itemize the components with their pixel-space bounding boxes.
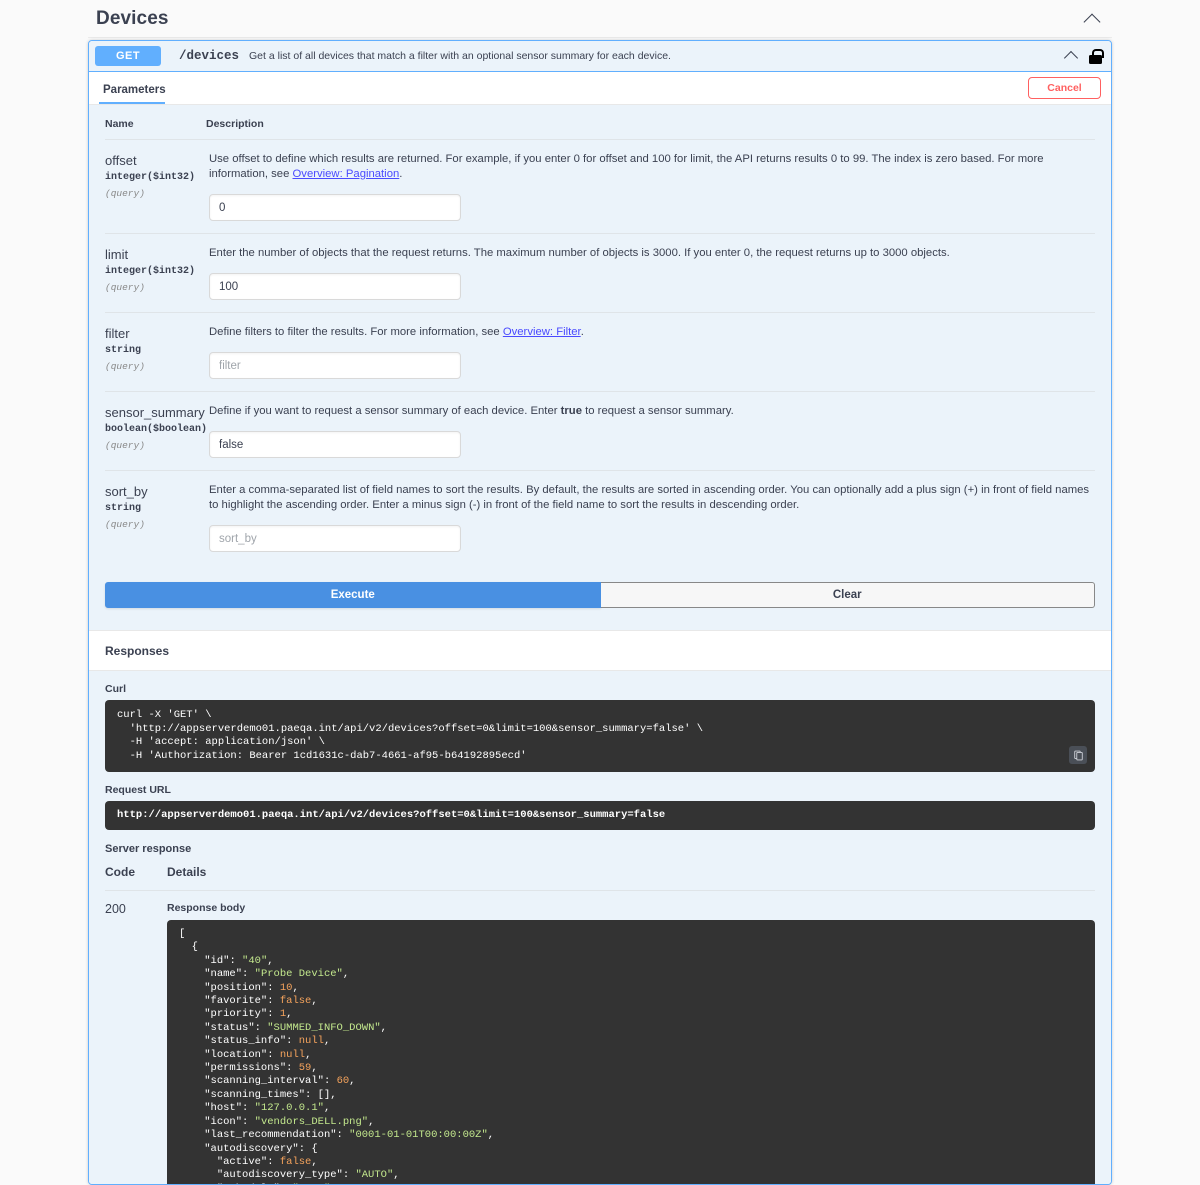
overview-pagination-link[interactable]: Overview: Pagination (293, 168, 400, 180)
parameter-description: Define if you want to request a sensor s… (209, 404, 1095, 419)
parameter-location: (query) (105, 188, 206, 200)
parameter-description-cell: Enter a comma-separated list of field na… (206, 483, 1095, 552)
copy-curl-button[interactable] (1069, 746, 1087, 764)
parameter-location: (query) (105, 440, 206, 452)
parameter-name-cell: sort_by string (query) (105, 483, 206, 552)
parameter-row-filter: filter string (query) Define filters to … (105, 313, 1095, 392)
limit-input[interactable] (209, 273, 461, 300)
tag-header[interactable]: Devices (88, 0, 1112, 38)
parameter-type: integer($int32) (105, 172, 206, 184)
overview-filter-link[interactable]: Overview: Filter (503, 326, 581, 338)
operation-summary-bar[interactable]: GET /devices Get a list of all devices t… (89, 41, 1111, 72)
curl-code-block: curl -X 'GET' \ 'http://appserverdemo01.… (105, 700, 1095, 772)
desc-tail: . (581, 326, 584, 338)
clipboard-copy-icon (1073, 750, 1084, 761)
response-code: 200 (105, 902, 167, 1185)
parameters-section: Name Description offset integer($int32) … (89, 105, 1111, 564)
chevron-up-icon[interactable] (1082, 9, 1102, 29)
parameter-name: limit (105, 247, 206, 262)
parameter-name-cell: limit integer($int32) (query) (105, 246, 206, 300)
desc-tail: . (399, 168, 402, 180)
clear-button[interactable]: Clear (601, 582, 1096, 608)
parameter-type: integer($int32) (105, 266, 206, 278)
desc-text: Define if you want to request a sensor s… (209, 405, 561, 417)
response-body-block: [ { "id": "40", "name": "Probe Device", … (167, 920, 1095, 1185)
response-details: Response body [ { "id": "40", "name": "P… (167, 902, 1095, 1185)
response-row-200: 200 Response body [ { "id": "40", "name"… (105, 891, 1095, 1185)
curl-label: Curl (105, 671, 1095, 700)
desc-text: Define filters to filter the results. Fo… (209, 326, 503, 338)
http-method-badge: GET (95, 46, 161, 66)
column-header-name: Name (105, 118, 206, 130)
server-response-label: Server response (105, 830, 1095, 865)
parameter-row-sensor-summary: sensor_summary boolean($boolean) (query)… (105, 392, 1095, 471)
response-body-json: [ { "id": "40", "name": "Probe Device", … (179, 928, 1083, 1185)
parameter-description-cell: Define filters to filter the results. Fo… (206, 325, 1095, 379)
operation-block-get-devices: GET /devices Get a list of all devices t… (88, 40, 1112, 1185)
parameter-description: Define filters to filter the results. Fo… (209, 325, 1095, 340)
parameter-name-cell: filter string (query) (105, 325, 206, 379)
operation-tabs: Parameters Cancel (89, 72, 1111, 105)
parameter-type: string (105, 345, 206, 357)
responses-header: Responses (89, 630, 1111, 671)
column-header-code: Code (105, 865, 167, 879)
parameter-type: boolean($boolean) (105, 424, 206, 436)
filter-input[interactable] (209, 352, 461, 379)
curl-command: curl -X 'GET' \ 'http://appserverdemo01.… (117, 709, 1083, 763)
tab-parameters[interactable]: Parameters (89, 72, 177, 104)
parameter-description-cell: Define if you want to request a sensor s… (206, 404, 1095, 458)
parameter-name: filter (105, 326, 206, 341)
responses-body: Curl curl -X 'GET' \ 'http://appserverde… (89, 671, 1111, 1185)
parameter-location: (query) (105, 282, 206, 294)
execute-clear-row: Execute Clear (89, 564, 1111, 630)
response-table-header: Code Details (105, 865, 1095, 891)
chevron-up-icon[interactable] (1063, 48, 1080, 65)
cancel-button[interactable]: Cancel (1028, 77, 1101, 99)
offset-input[interactable] (209, 194, 461, 221)
response-body-label: Response body (167, 902, 1095, 920)
parameters-table-header: Name Description (105, 105, 1095, 140)
parameter-row-offset: offset integer($int32) (query) Use offse… (105, 140, 1095, 234)
operation-summary-text: Get a list of all devices that match a f… (249, 50, 1063, 62)
desc-tail: to request a sensor summary. (582, 405, 734, 417)
parameter-type: string (105, 503, 206, 515)
parameter-location: (query) (105, 519, 206, 531)
parameter-name-cell: sensor_summary boolean($boolean) (query) (105, 404, 206, 458)
operation-path: /devices (179, 49, 239, 63)
devices-tag-section: Devices (88, 0, 1112, 38)
sort-by-input[interactable] (209, 525, 461, 552)
parameter-name-cell: offset integer($int32) (query) (105, 152, 206, 221)
parameter-description-cell: Use offset to define which results are r… (206, 152, 1095, 221)
parameter-description: Enter the number of objects that the req… (209, 246, 1095, 261)
page-title: Devices (96, 8, 1082, 30)
parameter-location: (query) (105, 361, 206, 373)
parameter-description: Enter a comma-separated list of field na… (209, 483, 1095, 513)
responses-title: Responses (105, 644, 1095, 658)
parameter-name: sort_by (105, 484, 206, 499)
lock-icon[interactable] (1089, 49, 1102, 64)
parameter-description-cell: Enter the number of objects that the req… (206, 246, 1095, 300)
column-header-description: Description (206, 118, 1095, 130)
desc-emphasis: true (561, 405, 582, 417)
parameter-row-sort-by: sort_by string (query) Enter a comma-sep… (105, 471, 1095, 564)
execute-button[interactable]: Execute (105, 582, 601, 608)
column-header-details: Details (167, 865, 1095, 879)
parameter-name: offset (105, 153, 206, 168)
request-url-label: Request URL (105, 772, 1095, 801)
parameter-description: Use offset to define which results are r… (209, 152, 1095, 182)
request-url-block: http://appserverdemo01.paeqa.int/api/v2/… (105, 801, 1095, 830)
parameter-row-limit: limit integer($int32) (query) Enter the … (105, 234, 1095, 313)
parameter-name: sensor_summary (105, 405, 206, 420)
sensor-summary-input[interactable] (209, 431, 461, 458)
request-url-text: http://appserverdemo01.paeqa.int/api/v2/… (117, 809, 1083, 822)
